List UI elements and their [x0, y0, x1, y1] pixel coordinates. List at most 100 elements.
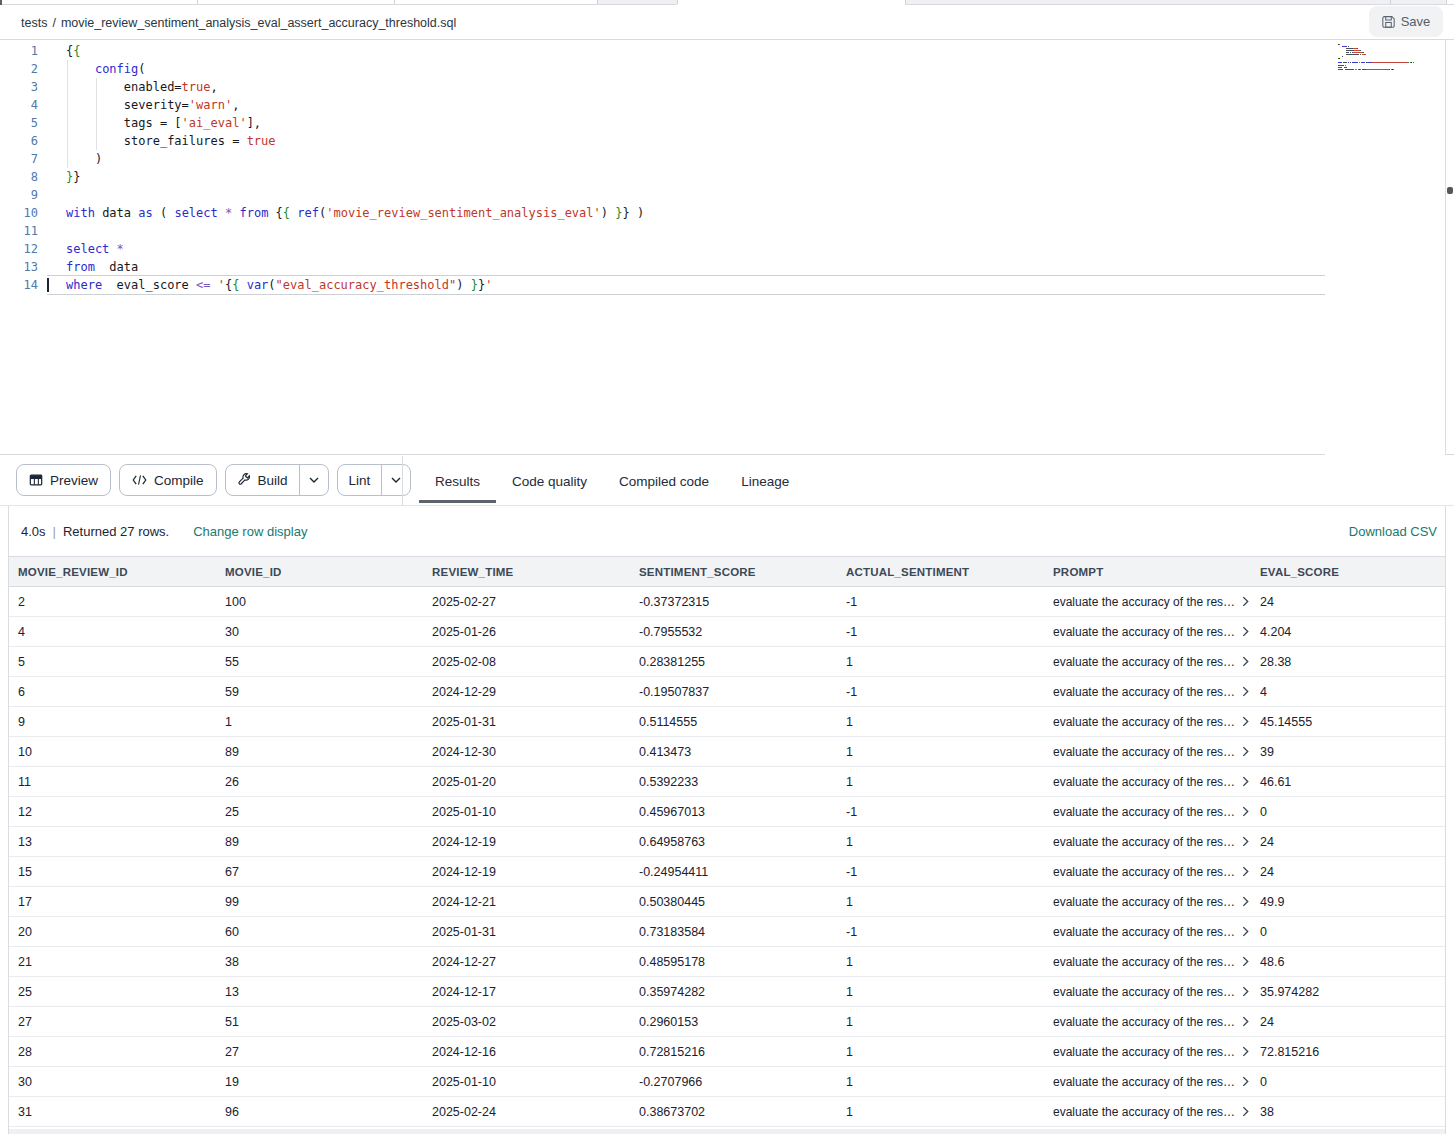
- minimap-line: [1366, 69, 1390, 70]
- prompt-text: evaluate the accuracy of the res…: [1053, 955, 1235, 969]
- expand-prompt-icon[interactable]: [1242, 866, 1249, 877]
- horizontal-scrollbar[interactable]: [9, 1129, 1446, 1134]
- editor-minimap[interactable]: [1325, 40, 1445, 455]
- expand-prompt-icon[interactable]: [1242, 986, 1249, 997]
- compile-button[interactable]: Compile: [119, 464, 217, 496]
- table-cell: 13: [9, 827, 216, 856]
- column-header: PROMPT: [1044, 557, 1251, 586]
- expand-prompt-icon[interactable]: [1242, 686, 1249, 697]
- prompt-text: evaluate the accuracy of the res…: [1053, 655, 1235, 669]
- code-line[interactable]: with data as ( select * from {{ ref('mov…: [66, 204, 644, 222]
- editor-lines[interactable]: {{ config( enabled=true, severity='warn'…: [66, 42, 644, 294]
- expand-prompt-icon[interactable]: [1242, 896, 1249, 907]
- expand-prompt-icon[interactable]: [1242, 926, 1249, 937]
- expand-prompt-icon[interactable]: [1242, 626, 1249, 637]
- tab-code-quality[interactable]: Code quality: [496, 456, 603, 506]
- minimap-line: [1360, 54, 1361, 55]
- code-line[interactable]: config(: [66, 60, 644, 78]
- expand-prompt-icon[interactable]: [1242, 1106, 1249, 1117]
- table-row: 31962025-02-240.386737021evaluate the ac…: [9, 1097, 1445, 1127]
- code-line[interactable]: }}: [66, 168, 644, 186]
- minimap-line: [1338, 65, 1344, 66]
- table-cell: 1: [216, 707, 423, 736]
- tab-lineage[interactable]: Lineage: [725, 456, 805, 506]
- eval-score-cell: 0: [1251, 917, 1446, 946]
- tab-results[interactable]: Results: [419, 456, 496, 506]
- line-number: 6: [0, 132, 38, 150]
- breadcrumb-folder[interactable]: tests: [21, 16, 47, 30]
- code-line[interactable]: from data: [66, 258, 644, 276]
- code-line[interactable]: [66, 222, 644, 240]
- code-line[interactable]: select *: [66, 240, 644, 258]
- prompt-cell: evaluate the accuracy of the res…: [1044, 977, 1251, 1006]
- code-line[interactable]: severity='warn',: [66, 96, 644, 114]
- table-row: 11262025-01-200.53922331evaluate the acc…: [9, 767, 1445, 797]
- table-cell: 2025-01-31: [423, 707, 630, 736]
- prompt-cell: evaluate the accuracy of the res…: [1044, 647, 1251, 676]
- expand-prompt-icon[interactable]: [1242, 836, 1249, 847]
- result-tabs: ResultsCode qualityCompiled codeLineage: [403, 456, 805, 506]
- download-csv-link[interactable]: Download CSV: [1349, 506, 1437, 556]
- code-line[interactable]: tags = ['ai_eval'],: [66, 114, 644, 132]
- minimap-line: [1353, 52, 1362, 53]
- build-dropdown-button[interactable]: [299, 465, 328, 495]
- code-line[interactable]: where eval_score <= '{{ var("eval_accura…: [66, 276, 644, 294]
- expand-prompt-icon[interactable]: [1242, 716, 1249, 727]
- prompt-cell: evaluate the accuracy of the res…: [1044, 1097, 1251, 1126]
- prompt-text: evaluate the accuracy of the res…: [1053, 805, 1235, 819]
- table-cell: 1: [837, 707, 1044, 736]
- table-cell: 0.64958763: [630, 827, 837, 856]
- table-cell: -0.24954411: [630, 857, 837, 886]
- tab-compiled-code[interactable]: Compiled code: [603, 456, 725, 506]
- expand-prompt-icon[interactable]: [1242, 746, 1249, 757]
- eval-score-cell: 4: [1251, 677, 1446, 706]
- lint-button[interactable]: Lint: [338, 465, 382, 495]
- prompt-text: evaluate the accuracy of the res…: [1053, 715, 1235, 729]
- expand-prompt-icon[interactable]: [1242, 1076, 1249, 1087]
- expand-prompt-icon[interactable]: [1242, 656, 1249, 667]
- table-cell: 12: [9, 797, 216, 826]
- table-row: 27512025-03-020.29601531evaluate the acc…: [9, 1007, 1445, 1037]
- code-line[interactable]: store_failures = true: [66, 132, 644, 150]
- expand-prompt-icon[interactable]: [1242, 1016, 1249, 1027]
- line-number: 10: [0, 204, 38, 222]
- expand-prompt-icon[interactable]: [1242, 776, 1249, 787]
- code-line[interactable]: {{: [66, 42, 644, 60]
- prompt-cell: evaluate the accuracy of the res…: [1044, 587, 1251, 616]
- table-cell: 55: [216, 647, 423, 676]
- code-line[interactable]: ): [66, 150, 644, 168]
- expand-prompt-icon[interactable]: [1242, 596, 1249, 607]
- top-tab-strip: [0, 0, 1454, 4]
- table-row: 17992024-12-210.503804451evaluate the ac…: [9, 887, 1445, 917]
- table-cell: 17: [9, 887, 216, 916]
- minimap-line: [1346, 48, 1354, 49]
- results-table-header: MOVIE_REVIEW_IDMOVIE_IDREVIEW_TIMESENTIM…: [9, 556, 1445, 587]
- code-icon: [132, 474, 147, 486]
- table-cell: 2024-12-30: [423, 737, 630, 766]
- table-cell: 2025-01-20: [423, 767, 630, 796]
- minimap-line: [1357, 48, 1358, 49]
- eval-score-cell: 72.815216: [1251, 1037, 1446, 1066]
- preview-button[interactable]: Preview: [16, 464, 111, 496]
- tab-divider: [1446, 0, 1447, 4]
- expand-prompt-icon[interactable]: [1242, 1046, 1249, 1057]
- table-icon: [29, 473, 43, 487]
- eval-score-cell: 49.9: [1251, 887, 1446, 916]
- table-cell: 15: [9, 857, 216, 886]
- change-row-display-link[interactable]: Change row display: [193, 524, 307, 539]
- table-row: 12252025-01-100.45967013-1evaluate the a…: [9, 797, 1445, 827]
- scrollbar-thumb[interactable]: [1447, 187, 1453, 194]
- minimap-line: [1389, 69, 1390, 70]
- code-editor[interactable]: 1234567891011121314 {{ config( enabled=t…: [0, 40, 1454, 455]
- minimap-line: [1346, 52, 1350, 53]
- expand-prompt-icon[interactable]: [1242, 806, 1249, 817]
- save-button[interactable]: Save: [1369, 6, 1443, 37]
- code-line[interactable]: enabled=true,: [66, 78, 644, 96]
- build-button[interactable]: Build: [226, 465, 299, 495]
- table-cell: 2025-01-10: [423, 797, 630, 826]
- results-table-body: 21002025-02-27-0.37372315-1evaluate the …: [9, 587, 1445, 1127]
- prompt-text: evaluate the accuracy of the res…: [1053, 775, 1235, 789]
- table-cell: 0.5392233: [630, 767, 837, 796]
- code-line[interactable]: [66, 186, 644, 204]
- expand-prompt-icon[interactable]: [1242, 956, 1249, 967]
